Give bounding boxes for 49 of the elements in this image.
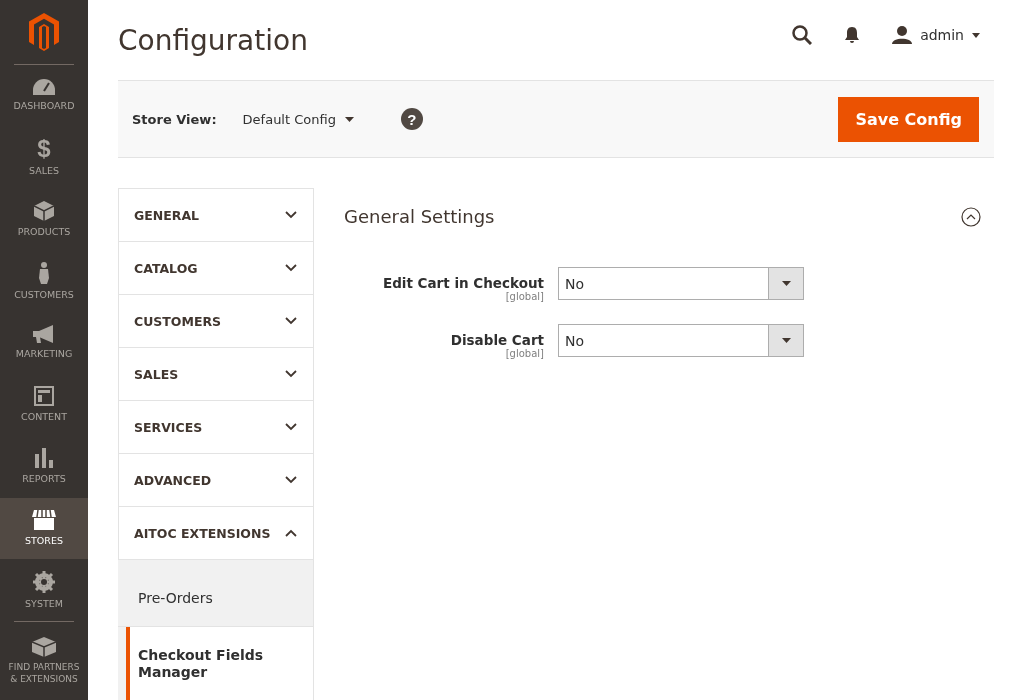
config-section-tab[interactable]: CUSTOMERS	[118, 295, 314, 348]
page-title: Configuration	[118, 23, 308, 57]
storefront-icon	[32, 509, 56, 530]
dropdown-arrow-icon	[781, 338, 791, 343]
bell-icon[interactable]	[844, 26, 861, 44]
field-label: Disable Cart	[450, 332, 544, 348]
save-config-button[interactable]: Save Config	[838, 96, 979, 142]
person-icon	[38, 261, 50, 284]
blocks-icon	[32, 636, 56, 657]
megaphone-icon	[33, 325, 55, 344]
sidebar-item[interactable]: MARKETING	[0, 312, 88, 374]
field-label: Edit Cart in Checkout	[382, 275, 544, 291]
sidebar-item[interactable]: CONTENT	[0, 373, 88, 436]
sidebar-item[interactable]: PRODUCTS	[0, 188, 88, 251]
dollar-icon: $	[37, 137, 51, 160]
gauge-icon	[33, 79, 55, 96]
box-icon	[34, 200, 54, 221]
config-section-tab[interactable]: ADVANCED	[118, 454, 314, 507]
section-title[interactable]: General Settings	[344, 206, 495, 227]
search-icon[interactable]	[792, 25, 813, 45]
user-menu[interactable]: admin	[892, 26, 980, 44]
sidebar-item[interactable]: SYSTEM	[0, 559, 88, 622]
bar-chart-icon	[34, 448, 54, 468]
sidebar-item[interactable]: STORES	[0, 497, 88, 560]
scope-label: [global]	[505, 348, 544, 359]
config-subsection-item[interactable]: Checkout Fields Manager	[126, 627, 313, 700]
layout-icon	[34, 386, 54, 407]
caret-icon	[972, 32, 980, 38]
sidebar-item[interactable]: $ SALES	[0, 126, 88, 189]
config-section-tab[interactable]: CATALOG	[118, 242, 314, 295]
sidebar-item[interactable]: DASHBOARD	[0, 64, 88, 127]
config-section-tab[interactable]: GENERAL	[118, 188, 314, 242]
config-section-tab[interactable]: SALES	[118, 348, 314, 401]
user-icon	[892, 26, 913, 44]
select-field[interactable]: No	[558, 267, 804, 300]
store-view-label: Store View:	[132, 111, 217, 127]
gear-icon	[33, 570, 55, 593]
logo-icon[interactable]	[29, 12, 59, 51]
scope-label: [global]	[505, 291, 544, 302]
sidebar-item[interactable]: REPORTS	[0, 435, 88, 498]
sidebar-item[interactable]: CUSTOMERS	[0, 250, 88, 313]
store-view-dropdown[interactable]: Default Config	[242, 111, 354, 127]
collapse-icon[interactable]	[961, 206, 981, 227]
caret-icon	[344, 116, 354, 122]
dropdown-arrow-icon	[781, 281, 791, 286]
sidebar-item[interactable]: FIND PARTNERS & EXTENSIONS	[0, 622, 88, 700]
help-icon[interactable]: ?	[400, 108, 423, 130]
config-section-tab[interactable]: SERVICES	[118, 401, 314, 454]
select-field[interactable]: No	[558, 324, 804, 357]
